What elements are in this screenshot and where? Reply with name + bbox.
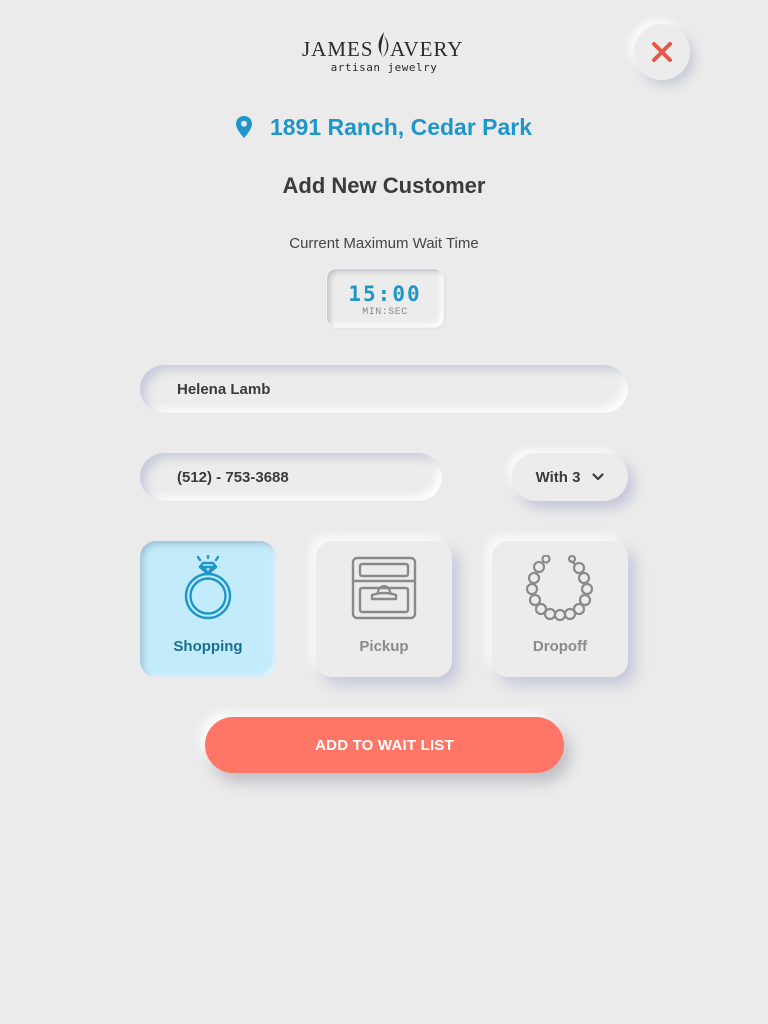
- store-location: 1891 Ranch, Cedar Park: [0, 110, 768, 144]
- wait-time-label: Current Maximum Wait Time: [289, 235, 479, 252]
- bracelet-icon: [526, 555, 594, 622]
- ring-icon: [184, 555, 232, 620]
- option-label: Dropoff: [532, 638, 588, 655]
- ring-box-icon: [351, 556, 417, 620]
- customer-name-input[interactable]: [140, 365, 628, 413]
- option-label: Shopping: [173, 638, 243, 655]
- wait-timer: 15:00 MIN:SEC: [326, 268, 444, 328]
- flame-logo-icon: [378, 32, 384, 57]
- chevron-down-icon: [592, 473, 605, 481]
- wait-time-unit: MIN:SEC: [362, 307, 408, 318]
- close-icon: [652, 42, 672, 62]
- close-button[interactable]: [634, 24, 690, 80]
- brand-logo: JAMES AVERY artisan jewelry: [284, 30, 484, 76]
- party-size-dropdown[interactable]: With 3: [512, 453, 628, 501]
- option-label: Pickup: [359, 638, 409, 655]
- add-to-wait-list-button[interactable]: ADD TO WAIT LIST: [205, 717, 564, 773]
- location-label: 1891 Ranch, Cedar Park: [269, 113, 533, 140]
- party-size-label: With 3: [535, 468, 581, 486]
- phone-number-input[interactable]: [140, 453, 442, 501]
- option-dropoff[interactable]: Dropoff: [492, 541, 628, 677]
- brand-name-right: AVERY: [390, 37, 463, 61]
- wait-time-value: 15:00: [348, 282, 422, 306]
- brand-tagline: artisan jewelry: [331, 61, 438, 74]
- option-pickup[interactable]: Pickup: [316, 541, 452, 677]
- option-shopping[interactable]: Shopping: [140, 541, 276, 677]
- map-pin-icon: [235, 116, 252, 138]
- page-title: Add New Customer: [282, 173, 486, 198]
- brand-name-left: JAMES: [302, 37, 374, 61]
